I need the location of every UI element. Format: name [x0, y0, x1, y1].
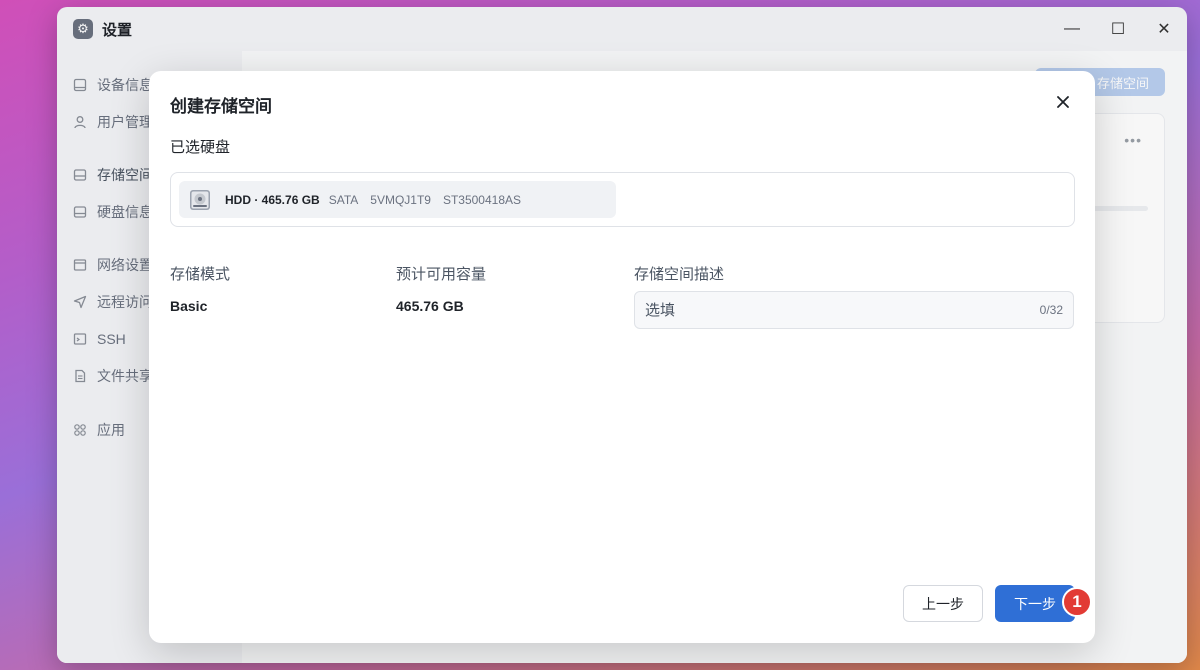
storage-mode: 存储模式 Basic: [170, 263, 230, 314]
close-icon[interactable]: [1053, 92, 1073, 112]
hard-drive-icon: [189, 189, 211, 211]
previous-step-button[interactable]: 上一步: [903, 585, 983, 622]
dialog-title: 创建存储空间: [170, 97, 272, 116]
disk-model: ST3500418AS: [442, 192, 522, 207]
storage-mode-label: 存储模式: [170, 266, 231, 283]
selected-disk-box: HDD · 465.76 GB SATA 5VMQJ1T9 ST3500418A…: [170, 172, 1075, 227]
disk-serial: 5VMQJ1T9: [370, 192, 431, 207]
storage-mode-value: Basic: [170, 298, 208, 314]
description-field[interactable]: 0/32: [634, 291, 1074, 329]
create-storage-dialog: 创建存储空间 已选硬盘 HDD · 465.76 GB SATA 5VMQJ1T…: [149, 71, 1095, 643]
description-label: 存储空间描述: [634, 266, 725, 283]
selected-disk-label: 已选硬盘: [170, 139, 231, 156]
capacity-label: 预计可用容量: [396, 266, 487, 283]
char-counter: 0/32: [1039, 303, 1063, 317]
description-input[interactable]: [645, 301, 1040, 319]
disk-interface: SATA: [328, 192, 359, 207]
estimated-capacity: 预计可用容量 465.76 GB: [396, 263, 486, 314]
disk-chip: HDD · 465.76 GB SATA 5VMQJ1T9 ST3500418A…: [179, 181, 616, 218]
step-badge: 1: [1062, 587, 1092, 617]
disk-summary: HDD · 465.76 GB: [225, 192, 320, 207]
capacity-value: 465.76 GB: [396, 298, 464, 314]
storage-description: 存储空间描述: [634, 263, 724, 284]
